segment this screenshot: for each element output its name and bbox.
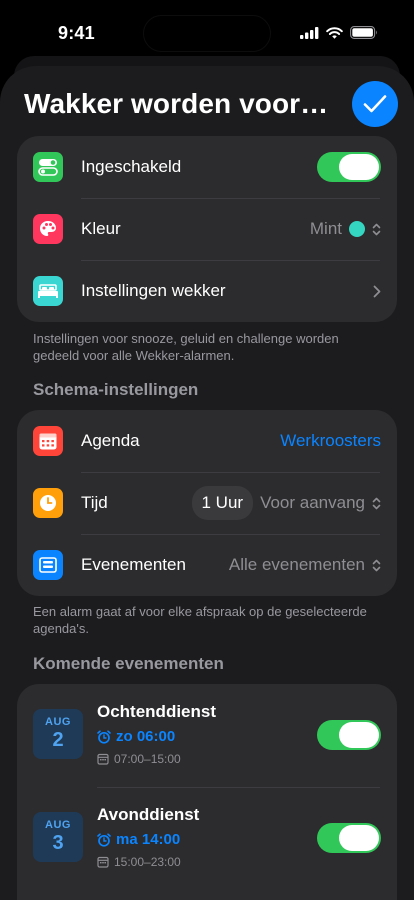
bed-icon <box>33 276 63 306</box>
battery-icon <box>350 26 377 39</box>
events-list-icon <box>33 550 63 580</box>
upcoming-section-header: Komende evenementen <box>33 654 224 673</box>
time-row[interactable]: Tijd 1 Uur Voor aanvang <box>17 472 397 534</box>
color-value: Mint <box>309 219 342 238</box>
alarm-clock-icon <box>97 832 111 847</box>
event-hours-text: 07:00–15:00 <box>114 752 181 766</box>
general-footnote: Instellingen voor snooze, geluid en chal… <box>33 331 339 363</box>
color-row[interactable]: Kleur Mint <box>17 198 397 260</box>
enabled-row[interactable]: Ingeschakeld <box>17 136 397 198</box>
wifi-icon <box>326 26 343 39</box>
event-title: Ochtenddienst <box>97 702 217 721</box>
checkmark-icon <box>363 95 387 113</box>
time-amount-pill[interactable]: 1 Uur <box>191 486 254 520</box>
date-day: 3 <box>52 832 64 854</box>
enabled-toggle[interactable] <box>317 152 381 182</box>
status-time: 9:41 <box>58 23 95 43</box>
event-toggle[interactable] <box>317 720 381 750</box>
alarm-settings-label: Instellingen wekker <box>81 281 226 300</box>
events-label: Evenementen <box>81 555 186 574</box>
event-hours: 07:00–15:00 <box>97 752 181 766</box>
date-badge: AUG 2 <box>33 709 83 759</box>
schedule-footnote: Een alarm gaat af voor elke afspraak op … <box>33 604 367 636</box>
toggle-icon <box>33 152 63 182</box>
events-row[interactable]: Evenementen Alle evenementen <box>17 534 397 596</box>
upcoming-events-card: AUG 2 Ochtenddienst zo 06:00 07:00–15:00 <box>17 684 397 900</box>
clock-icon <box>33 488 63 518</box>
alarm-settings-row[interactable]: Instellingen wekker <box>17 260 397 322</box>
event-alarm: ma 14:00 <box>97 831 180 848</box>
general-settings-card: Ingeschakeld Kleur Mint Instellingen wek… <box>17 136 397 322</box>
calendar-icon <box>33 426 63 456</box>
time-label: Tijd <box>81 493 108 512</box>
date-month: AUG <box>45 716 71 728</box>
date-badge: AUG 3 <box>33 812 83 862</box>
alarm-clock-icon <box>97 729 111 744</box>
time-value[interactable]: Voor aanvang <box>260 493 365 513</box>
up-down-chevron-icon <box>372 559 381 571</box>
event-alarm-time: ma 14:00 <box>116 831 181 848</box>
event-alarm-time: zo 06:00 <box>116 728 176 745</box>
color-label: Kleur <box>81 219 121 238</box>
calendar-row[interactable]: Agenda Werkroosters <box>17 410 397 472</box>
color-swatch <box>349 221 365 237</box>
status-icons <box>300 26 378 39</box>
up-down-chevron-icon <box>372 223 381 235</box>
dynamic-island <box>143 15 271 52</box>
date-day: 2 <box>52 729 64 751</box>
event-hours-text: 15:00–23:00 <box>114 855 181 869</box>
events-value[interactable]: Alle evenementen <box>229 555 365 575</box>
enabled-label: Ingeschakeld <box>81 157 182 176</box>
event-row[interactable]: AUG 2 Ochtenddienst zo 06:00 07:00–15:00 <box>17 684 397 787</box>
event-alarm: zo 06:00 <box>97 728 175 745</box>
event-row[interactable]: AUG 3 Avonddienst ma 14:00 15:00–23:00 <box>17 787 397 890</box>
event-hours: 15:00–23:00 <box>97 855 181 869</box>
cellular-signal-icon <box>300 26 319 39</box>
done-button[interactable] <box>352 81 398 127</box>
status-bar: 9:41 <box>0 0 414 60</box>
settings-sheet: Wakker worden voor… Ingeschakeld Kleur M… <box>0 66 414 900</box>
event-toggle[interactable] <box>317 823 381 853</box>
schedule-settings-card: Agenda Werkroosters Tijd 1 Uur Voor aanv… <box>17 410 397 596</box>
palette-icon <box>33 214 63 244</box>
calendar-small-icon <box>97 856 109 868</box>
sheet-title: Wakker worden voor… <box>24 88 329 119</box>
schedule-section-header: Schema-instellingen <box>33 380 199 399</box>
up-down-chevron-icon <box>372 497 381 509</box>
date-month: AUG <box>45 819 71 831</box>
calendar-small-icon <box>97 753 109 765</box>
calendar-value[interactable]: Werkroosters <box>280 431 381 451</box>
event-title: Avonddienst <box>97 805 200 824</box>
calendar-label: Agenda <box>81 431 140 450</box>
chevron-right-icon <box>373 285 381 297</box>
